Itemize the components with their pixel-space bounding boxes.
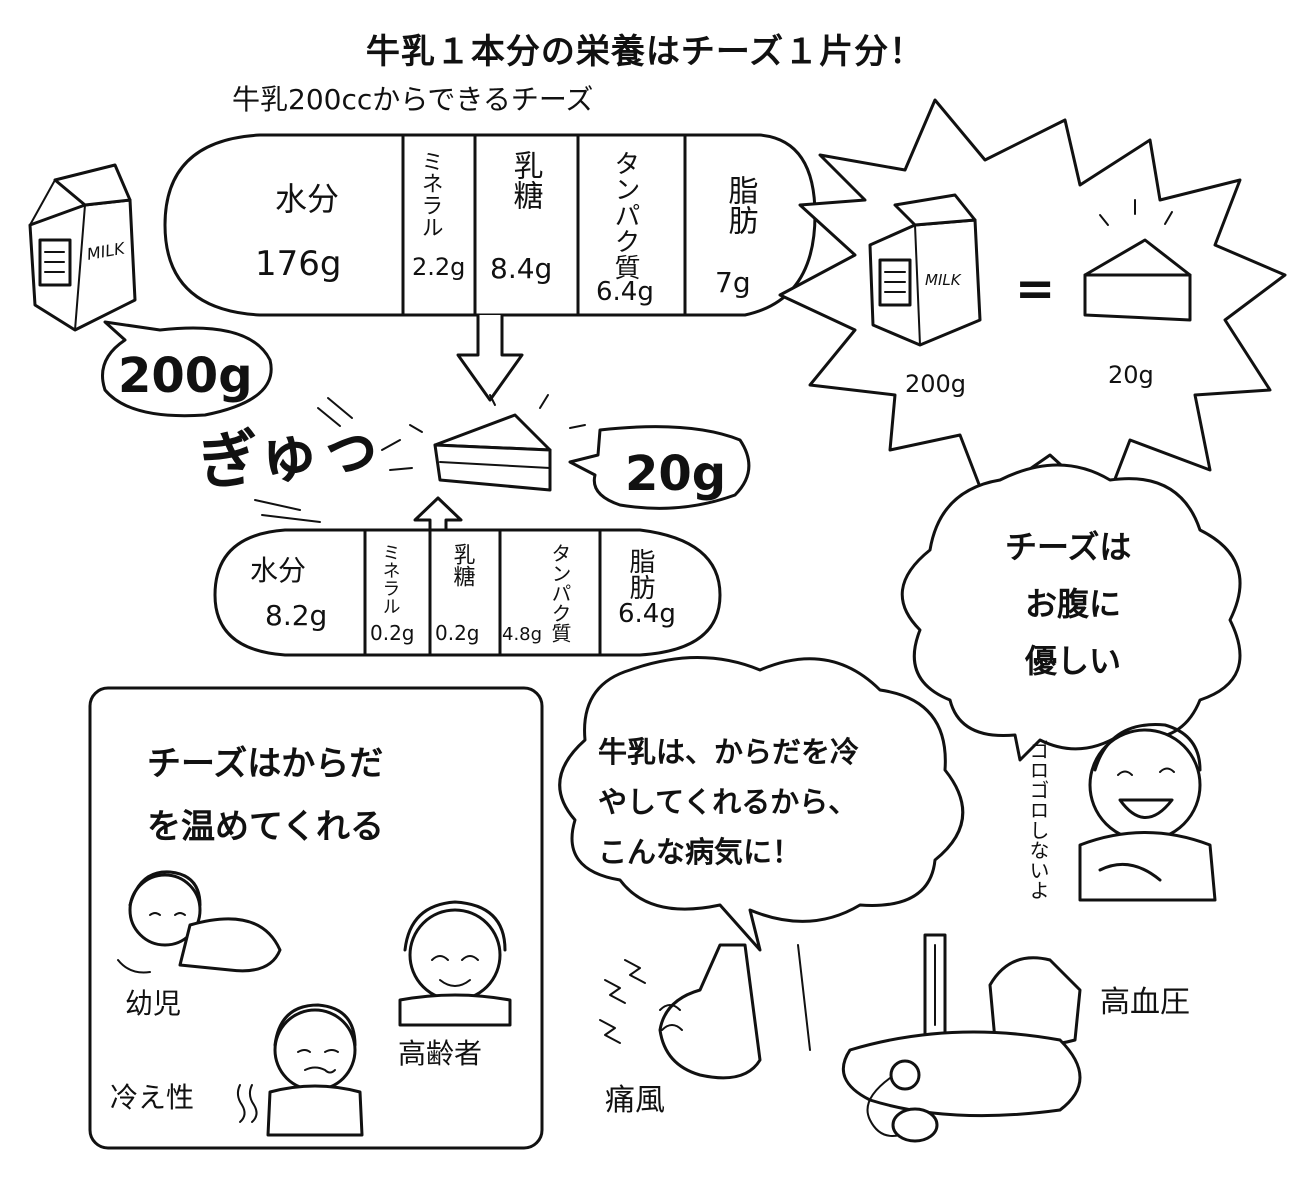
elderly-label: 高齢者	[398, 1037, 482, 1070]
svg-text:ぎゅっ: ぎゅっ	[194, 408, 385, 500]
cheese-nutrition-oval: 水分 8.2g ミネラル 0.2g 乳糖 0.2g タンパク質 4.8g 脂肪 …	[213, 528, 722, 657]
milk-water-value: 176g	[255, 244, 341, 284]
milk-fat-label: 脂肪	[723, 175, 759, 235]
milk-fat-value: 7g	[715, 266, 751, 299]
milk-weight-bubble: 200g	[101, 320, 273, 418]
milk-nutrition-oval: 水分 176g ミネラル 2.2g 乳糖 8.4g タンパク質 6.4g 脂肪 …	[163, 133, 817, 317]
svg-text:牛乳は、からだを冷: 牛乳は、からだを冷	[598, 735, 859, 769]
svg-text:優しい: 優しい	[1024, 642, 1121, 680]
cold-label: 冷え性	[110, 1081, 194, 1114]
milk-lactose-value: 8.4g	[490, 252, 552, 285]
milk-mineral-label: ミネラル	[418, 150, 443, 238]
milk-protein-value: 6.4g	[596, 277, 654, 307]
svg-text:チーズはからだ: チーズはからだ	[147, 744, 383, 784]
goro-text: ゴロゴロしないよ	[1026, 740, 1050, 900]
cheese-mineral-value: 0.2g	[370, 621, 415, 645]
cloud-milk: 牛乳は、からだを冷 やしてくれるから、 こんな病気に！	[558, 656, 965, 952]
cloud-stomach: チーズは お腹に 優しい	[900, 463, 1242, 762]
squeeze-sound-effect: ぎゅっ	[194, 397, 413, 523]
equals-sign: =	[1015, 261, 1055, 317]
cheese-fat-label: 脂肪	[625, 548, 655, 600]
svg-text:チーズは: チーズは	[1005, 528, 1131, 566]
warm-box: チーズはからだ を温めてくれる 幼児 高齢者 冷え性	[88, 686, 544, 1150]
blood-pressure-monitor-icon	[841, 933, 1082, 1143]
svg-text:やしてくれるから、: やしてくれるから、	[598, 785, 857, 819]
milk-mineral-value: 2.2g	[412, 253, 465, 281]
happy-boy-icon: ゴロゴロしないよ	[1026, 723, 1217, 902]
down-arrow	[456, 315, 524, 402]
cheese-wedge-icon	[409, 394, 586, 492]
svg-text:こんな病気に！: こんな病気に！	[598, 835, 801, 869]
svg-text:お腹に: お腹に	[1025, 585, 1121, 623]
cheese-weight-bubble: 20g	[568, 425, 751, 510]
svg-text:20g: 20g	[625, 446, 726, 502]
cheese-protein-value: 4.8g	[502, 624, 542, 645]
milk-carton-icon: MILK	[28, 163, 137, 332]
milk-protein-label: タンパク質	[610, 150, 640, 280]
cheese-protein-label: タンパク質	[548, 543, 572, 643]
hypertension-label: 高血圧	[1100, 985, 1190, 1020]
foot-icon	[599, 943, 811, 1080]
illustration-canvas: .ln { fill: none; stroke: #111; stroke-w…	[28, 98, 1287, 1150]
svg-text:を温めてくれる: を温めてくれる	[147, 807, 384, 847]
cheese-lactose-label: 乳糖	[450, 543, 476, 587]
comparison-right-value: 20g	[1108, 361, 1154, 389]
cheese-mineral-label: ミネラル	[380, 543, 401, 615]
cheese-water-label: 水分	[250, 554, 306, 587]
milk-water-label: 水分	[275, 180, 339, 218]
comparison-starburst: MILK = 200g 20g	[778, 98, 1287, 507]
svg-text:200g: 200g	[118, 348, 253, 404]
gout-label: 痛風	[605, 1083, 665, 1118]
cheese-water-value: 8.2g	[265, 599, 327, 632]
cheese-lactose-value: 0.2g	[435, 621, 480, 645]
milk-lactose-label: 乳糖	[508, 150, 544, 210]
comparison-left-value: 200g	[905, 370, 966, 398]
infant-label: 幼児	[125, 987, 181, 1020]
cheese-fat-value: 6.4g	[618, 599, 676, 629]
starburst-carton-text: MILK	[925, 271, 962, 289]
